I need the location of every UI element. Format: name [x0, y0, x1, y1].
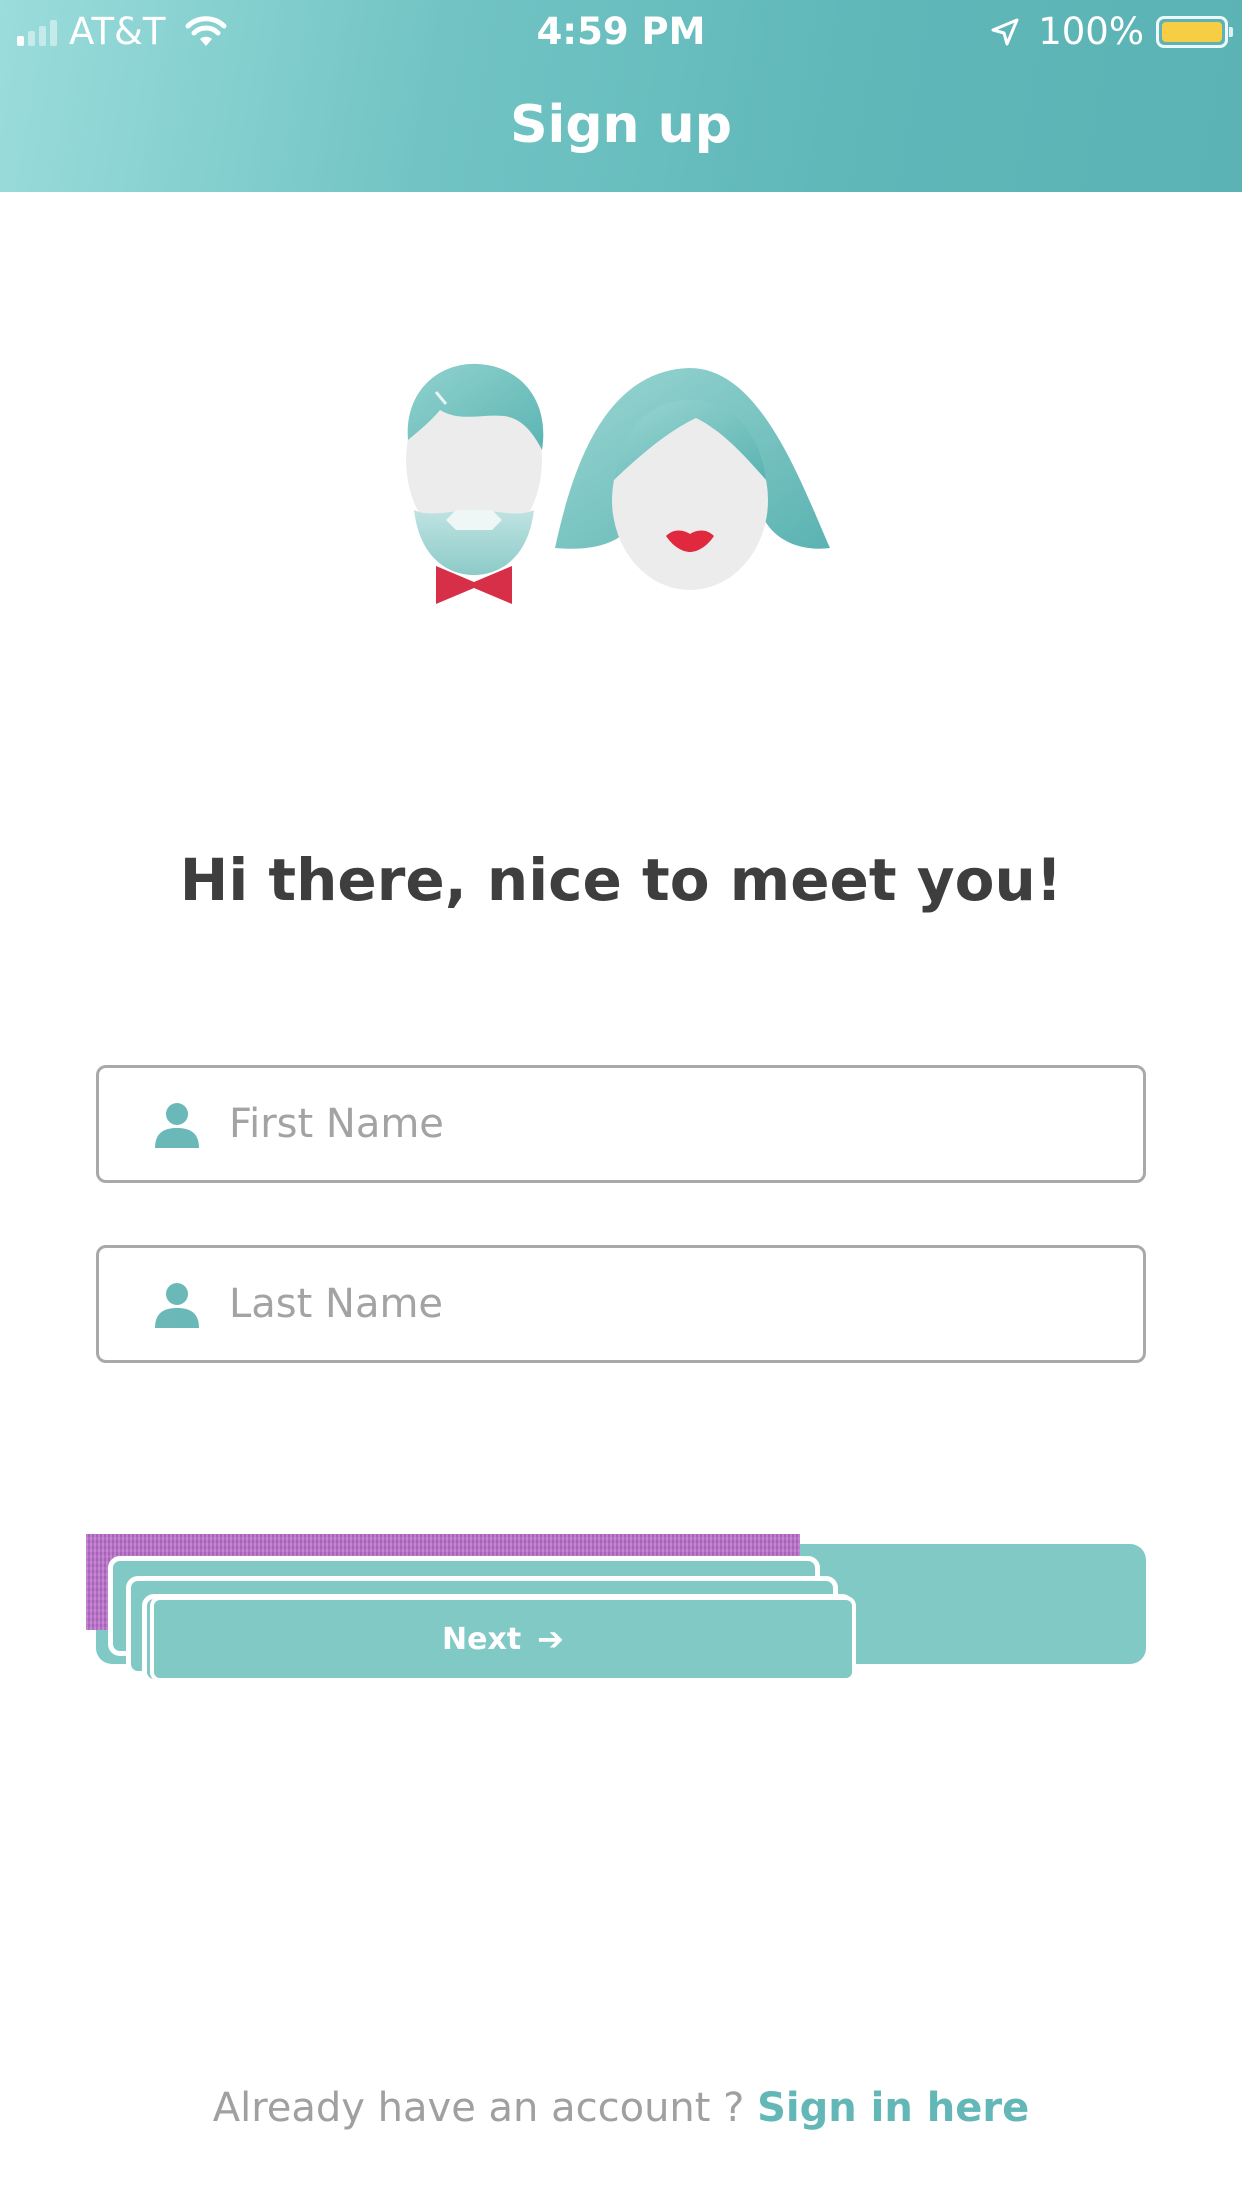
- status-right: 100%: [990, 10, 1233, 53]
- battery-icon: [1156, 15, 1233, 48]
- next-button-label: Next: [442, 1621, 522, 1657]
- last-name-input[interactable]: [229, 1268, 1109, 1340]
- battery-percent: 100%: [1038, 10, 1144, 53]
- signin-prompt-text: Already have an account ?: [212, 2085, 745, 2131]
- woman-avatar-icon: [555, 368, 830, 590]
- first-name-input[interactable]: [229, 1088, 1109, 1160]
- arrow-right-icon: ➔: [537, 1620, 564, 1658]
- first-name-field[interactable]: [96, 1065, 1146, 1183]
- app-header: AT&T 4:59 PM 100% Sign up: [0, 0, 1242, 192]
- next-button[interactable]: Next ➔: [150, 1596, 856, 1682]
- person-icon: [155, 1283, 199, 1328]
- signin-prompt: Already have an account ? Sign in here: [0, 2078, 1242, 2138]
- person-icon: [155, 1103, 199, 1148]
- man-avatar-icon: [406, 363, 544, 604]
- last-name-field[interactable]: [96, 1245, 1146, 1363]
- sign-in-link[interactable]: Sign in here: [757, 2085, 1029, 2131]
- location-arrow-icon: [991, 18, 1019, 45]
- couple-avatars-illustration: [406, 363, 830, 604]
- greeting-heading: Hi there, nice to meet you!: [179, 846, 1063, 914]
- page-title: Sign up: [510, 95, 732, 155]
- status-bar: AT&T 4:59 PM 100%: [0, 0, 1242, 60]
